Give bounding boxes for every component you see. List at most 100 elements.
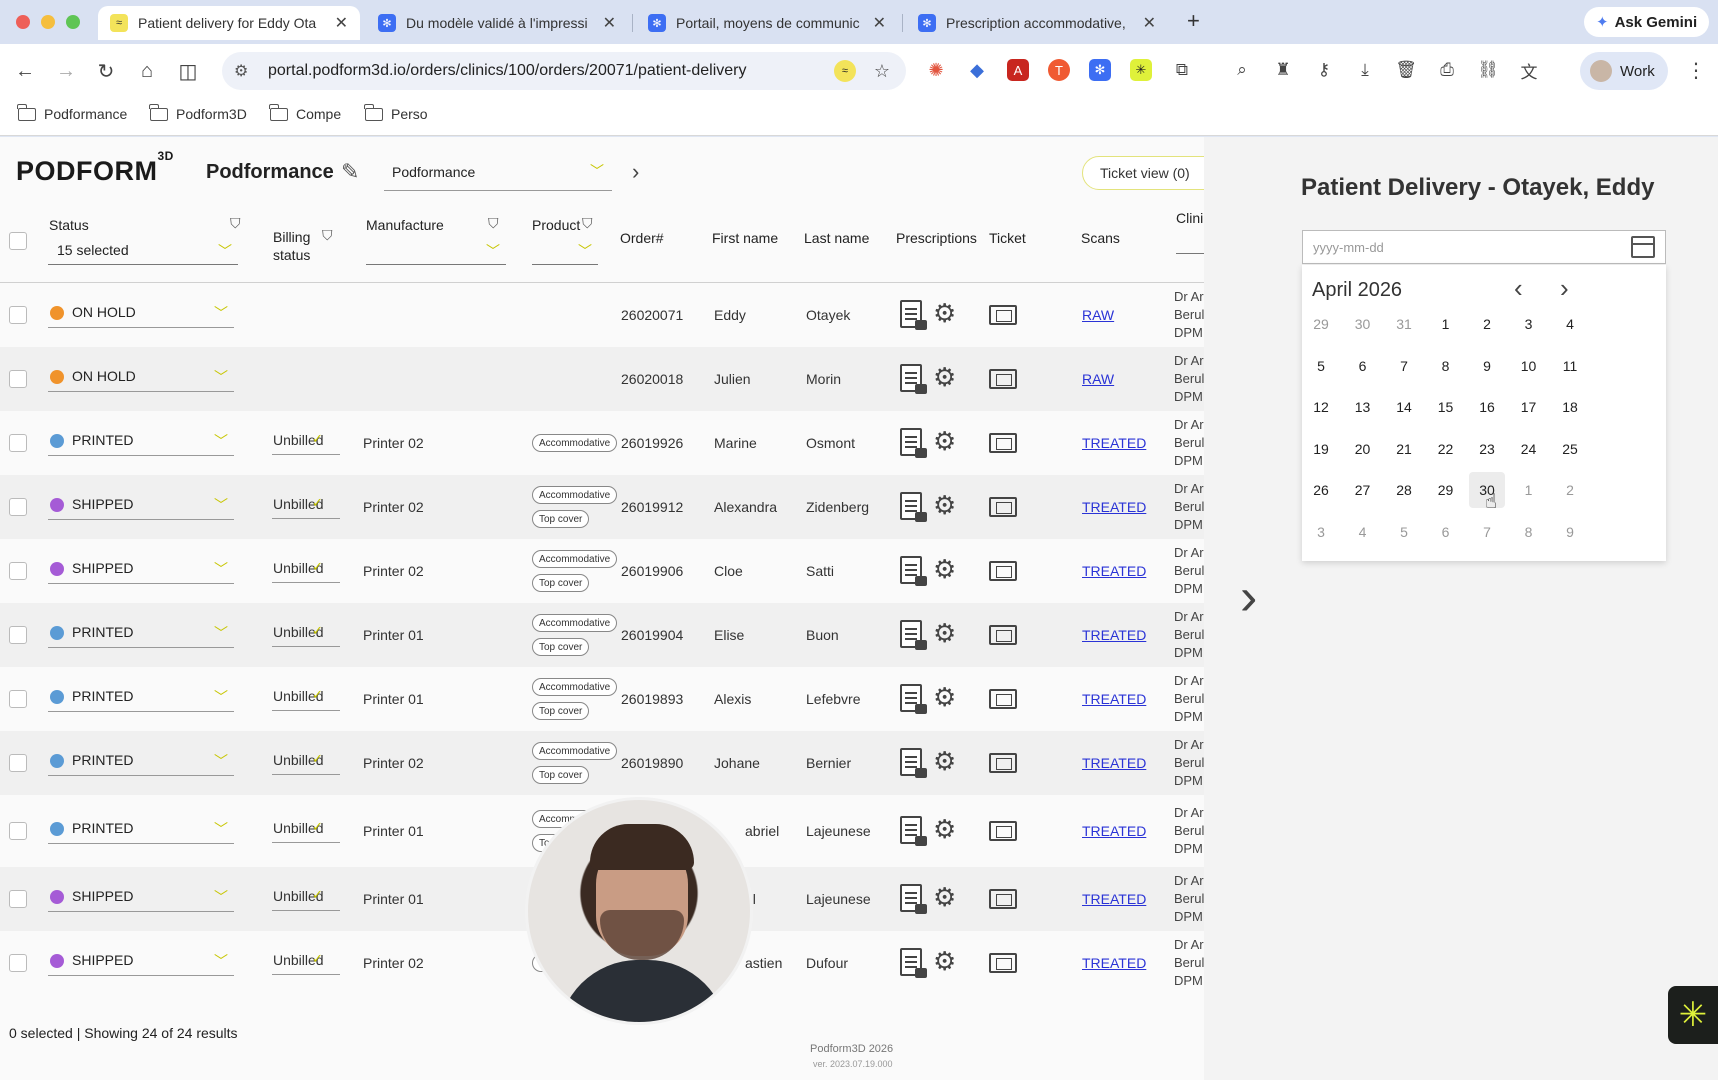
calendar-day[interactable]: 29 [1428, 472, 1464, 508]
ticket-icon[interactable] [989, 369, 1017, 389]
calendar-day[interactable]: 26 [1303, 472, 1339, 508]
yellow-extension-icon[interactable]: ✳ [1130, 59, 1152, 81]
close-tab-icon[interactable]: ✕ [603, 13, 616, 33]
row-checkbox[interactable] [9, 498, 27, 516]
next-month-icon[interactable]: › [1560, 273, 1569, 304]
download-icon[interactable]: ⤓ [1353, 58, 1377, 82]
calendar-day[interactable]: 15 [1428, 389, 1464, 425]
gear-icon[interactable]: ⚙ [933, 556, 956, 582]
link-icon[interactable]: ⛓ [1476, 58, 1500, 82]
billing-status[interactable]: Unbilled ✓ [272, 949, 340, 975]
calendar-day[interactable]: 23 [1469, 431, 1505, 467]
translate-icon[interactable]: 文 [1517, 58, 1541, 82]
browser-tab-2[interactable]: ✻ Portail, moyens de communic ✕ [636, 6, 898, 40]
ticket-icon[interactable] [989, 821, 1017, 841]
calendar-day[interactable]: 14 [1386, 389, 1422, 425]
status-select[interactable]: SHIPPED ﹀ [48, 490, 234, 520]
product-filter-select[interactable]: ﹀ [532, 237, 598, 265]
row-checkbox[interactable] [9, 370, 27, 388]
calendar-day[interactable]: 3 [1303, 514, 1339, 550]
calendar-day[interactable]: 19 [1303, 431, 1339, 467]
manufacture-filter-select[interactable]: ﹀ [366, 237, 506, 265]
site-settings-icon[interactable]: ⚙ [234, 61, 254, 81]
ticket-icon[interactable] [989, 305, 1017, 325]
calendar-day[interactable]: 22 [1428, 431, 1464, 467]
maximize-window-button[interactable] [66, 15, 80, 29]
scan-link[interactable]: TREATED [1082, 499, 1146, 515]
clinic-select[interactable]: Podformance ﹀ [384, 153, 612, 191]
status-filter-select[interactable]: 15 selected ﹀ [48, 237, 238, 265]
calendar-day[interactable]: 7 [1469, 514, 1505, 550]
table-row[interactable]: SHIPPED ﹀ Unbilled ✓ Printer 02 Accommodat… [0, 539, 1204, 603]
billing-status[interactable]: Unbilled ✓ [272, 621, 340, 647]
podform-extension-icon[interactable]: ≈ [833, 60, 856, 82]
billing-status[interactable]: Unbilled ✓ [272, 749, 340, 775]
billing-status[interactable]: Unbilled ✓ [272, 817, 340, 843]
chevron-right-icon[interactable]: › [632, 159, 639, 185]
row-checkbox[interactable] [9, 626, 27, 644]
calendar-day[interactable]: 16 [1469, 389, 1505, 425]
calendar-day[interactable]: 31 [1386, 306, 1422, 342]
gear-icon[interactable]: ⚙ [933, 748, 956, 774]
table-row[interactable]: ON HOLD ﹀ 26020018 Julien Morin ⚙ RAW Dr Ar B… [0, 347, 1204, 411]
gear-icon[interactable]: ⚙ [933, 428, 956, 454]
calendar-day[interactable]: 11 [1552, 348, 1588, 384]
scan-link[interactable]: RAW [1082, 307, 1114, 323]
profile-button[interactable]: Work [1580, 52, 1668, 90]
ticket-icon[interactable] [989, 433, 1017, 453]
address-bar[interactable]: ⚙ portal.podform3d.io/orders/clinics/100… [222, 52, 906, 90]
calendar-day[interactable]: 9 [1552, 514, 1588, 550]
calendar-day[interactable]: 4 [1552, 306, 1588, 342]
calendar-day[interactable]: 27 [1345, 472, 1381, 508]
calendar-day[interactable]: 5 [1386, 514, 1422, 550]
scan-link[interactable]: TREATED [1082, 435, 1146, 451]
row-checkbox[interactable] [9, 954, 27, 972]
scan-link[interactable]: TREATED [1082, 891, 1146, 907]
calendar-day[interactable]: 6 [1345, 348, 1381, 384]
calendar-day[interactable]: 29 [1303, 306, 1339, 342]
calendar-day[interactable]: 9 [1469, 348, 1505, 384]
minimize-window-button[interactable] [41, 15, 55, 29]
status-select[interactable]: PRINTED ﹀ [48, 426, 234, 456]
calendar-day[interactable]: 1 [1511, 472, 1547, 508]
row-checkbox[interactable] [9, 690, 27, 708]
tab-search-icon[interactable]: ⌕ [1230, 58, 1254, 82]
filter-icon[interactable]: ⛉ [488, 215, 499, 232]
row-checkbox[interactable] [9, 754, 27, 772]
bookmark-folder-perso[interactable]: Perso [364, 103, 428, 122]
billing-status[interactable]: Unbilled ✓ [272, 885, 340, 911]
home-icon[interactable]: ⌂ [134, 58, 160, 84]
scan-link[interactable]: TREATED [1082, 755, 1146, 771]
calendar-day[interactable]: 25 [1552, 431, 1588, 467]
jira-extension-icon[interactable]: ✻ [1089, 59, 1111, 81]
ticket-icon[interactable] [989, 889, 1017, 909]
scan-link[interactable]: TREATED [1082, 955, 1146, 971]
calendar-day[interactable]: 17 [1511, 389, 1547, 425]
gear-icon[interactable]: ⚙ [933, 816, 956, 842]
row-checkbox[interactable] [9, 890, 27, 908]
incognito-icon[interactable]: ♜ [1271, 58, 1295, 82]
extensions-puzzle-icon[interactable]: ⧉ [1170, 58, 1194, 82]
scan-link[interactable]: TREATED [1082, 691, 1146, 707]
calendar-icon[interactable] [1631, 236, 1655, 258]
status-select[interactable]: PRINTED ﹀ [48, 618, 234, 648]
trash-icon[interactable]: 🗑 [1394, 58, 1418, 82]
ticket-icon[interactable] [989, 753, 1017, 773]
calendar-day[interactable]: 8 [1511, 514, 1547, 550]
back-arrow-icon[interactable]: ← [12, 58, 38, 84]
status-select[interactable]: SHIPPED ﹀ [48, 946, 234, 976]
calendar-day[interactable]: 20 [1345, 431, 1381, 467]
calendar-day[interactable]: 12 [1303, 389, 1339, 425]
calendar-day[interactable]: 3 [1511, 306, 1547, 342]
calendar-day[interactable]: 2 [1469, 306, 1505, 342]
status-select[interactable]: SHIPPED ﹀ [48, 554, 234, 584]
scan-link[interactable]: TREATED [1082, 563, 1146, 579]
status-select[interactable]: PRINTED ﹀ [48, 746, 234, 776]
gear-icon[interactable]: ⚙ [933, 620, 956, 646]
filter-icon[interactable]: ⛉ [230, 215, 241, 232]
ticket-icon[interactable] [989, 561, 1017, 581]
url-text[interactable]: portal.podform3d.io/orders/clinics/100/o… [268, 62, 834, 80]
calendar-day[interactable]: 18 [1552, 389, 1588, 425]
claude-extension-icon[interactable]: ✺ [925, 59, 947, 81]
scan-link[interactable]: TREATED [1082, 823, 1146, 839]
